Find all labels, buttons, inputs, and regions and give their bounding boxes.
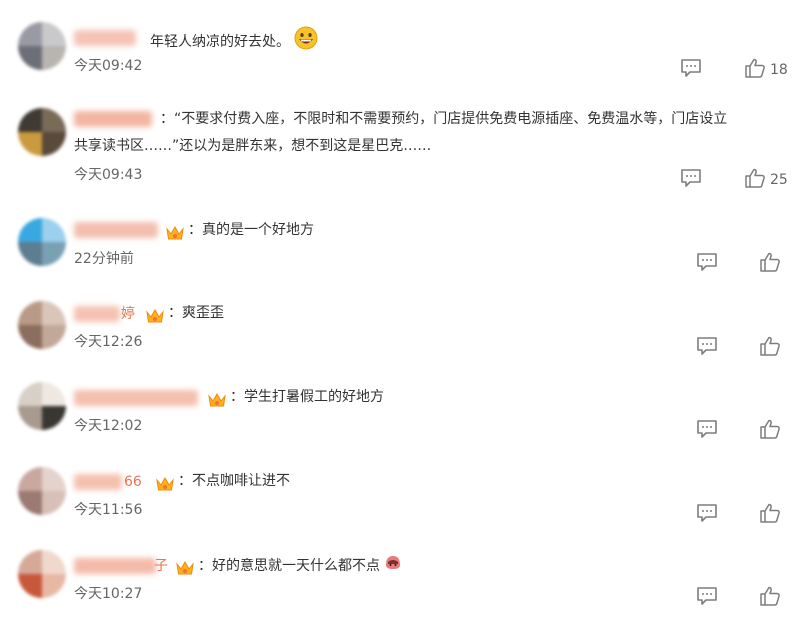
comment-text: 年轻人纳凉的好去处。 — [150, 26, 318, 58]
comment-item: ：学生打暑假工的好地方 今天12:02 — [0, 370, 800, 454]
comment-item: ：“不要求付费入座，不限时和不需要预约，门店提供免费电源插座、免费温水等，门店设… — [0, 95, 800, 205]
comment-time: 今天12:26 — [74, 334, 143, 350]
vip-crown-badge-icon — [176, 560, 194, 575]
comment-list: 年轻人纳凉的好去处。 今天09:42 18 ：“不要求付费入座，不限时和不需要预… — [0, 0, 800, 623]
grinning-face-emoji — [294, 26, 318, 58]
username[interactable] — [74, 390, 198, 406]
comment-text: ：爽歪歪 — [168, 305, 224, 321]
comment-icon — [697, 504, 717, 522]
username[interactable] — [74, 222, 158, 238]
like-button[interactable] — [744, 58, 766, 78]
like-button[interactable] — [759, 503, 781, 523]
reply-button[interactable] — [696, 503, 718, 523]
avatar[interactable] — [18, 382, 66, 430]
comment-icon — [697, 337, 717, 355]
thumbs-up-icon — [760, 586, 780, 606]
reply-button[interactable] — [696, 419, 718, 439]
comment-text: ：真的是一个好地方 — [188, 222, 314, 238]
thumbs-up-icon — [760, 252, 780, 272]
comment-text: ：学生打暑假工的好地方 — [230, 389, 384, 405]
comment-time: 今天09:43 — [74, 167, 143, 183]
comment-time: 今天12:02 — [74, 418, 143, 434]
like-button[interactable] — [759, 336, 781, 356]
reply-button[interactable] — [696, 586, 718, 606]
username-text[interactable]: 子 — [154, 556, 168, 576]
username[interactable] — [74, 474, 122, 490]
comment-item: 婷 ：爽歪歪 今天12:26 — [0, 287, 800, 370]
avatar[interactable] — [18, 467, 66, 515]
comment-time: 今天09:42 — [74, 58, 143, 74]
username-text[interactable]: 66 — [124, 472, 142, 492]
like-button[interactable] — [759, 586, 781, 606]
like-count: 25 — [770, 172, 788, 188]
comment-text-line: 共享读书区……”还以为是胖东来，想不到这是星巴克…… — [74, 138, 432, 154]
username[interactable] — [74, 30, 136, 46]
comment-time: 22分钟前 — [74, 251, 134, 267]
comment-icon — [697, 587, 717, 605]
comment-time: 今天11:56 — [74, 502, 143, 518]
comment-text-content: 年轻人纳凉的好去处。 — [150, 34, 290, 50]
comment-icon — [681, 59, 701, 77]
like-button[interactable] — [759, 252, 781, 272]
comment-item: 子 ：好的意思就一天什么都不点 今天10:27 — [0, 538, 800, 623]
reply-button[interactable] — [680, 168, 702, 188]
avatar[interactable] — [18, 301, 66, 349]
comment-text-content: ：好的意思就一天什么都不点 — [198, 558, 380, 574]
vip-crown-badge-icon — [146, 308, 164, 323]
reply-button[interactable] — [696, 252, 718, 272]
avatar[interactable] — [18, 550, 66, 598]
thumbs-up-icon — [760, 503, 780, 523]
comment-item: 年轻人纳凉的好去处。 今天09:42 18 — [0, 0, 800, 95]
vip-crown-badge-icon — [166, 225, 184, 240]
comment-icon — [697, 253, 717, 271]
comment-item: ：真的是一个好地方 22分钟前 — [0, 205, 800, 287]
thumbs-up-icon — [760, 336, 780, 356]
comment-text: ：好的意思就一天什么都不点 — [198, 553, 402, 579]
avatar[interactable] — [18, 218, 66, 266]
like-count: 18 — [770, 62, 788, 78]
username[interactable] — [74, 558, 156, 574]
comment-item: 66 ：不点咖啡让进不 今天11:56 — [0, 454, 800, 538]
avatar[interactable] — [18, 108, 66, 156]
username-text[interactable]: 婷 — [121, 304, 135, 324]
thumbs-up-icon — [745, 58, 765, 78]
comment-time: 今天10:27 — [74, 586, 143, 602]
reply-button[interactable] — [696, 336, 718, 356]
comment-icon — [681, 169, 701, 187]
username[interactable] — [74, 306, 120, 322]
vip-crown-badge-icon — [156, 476, 174, 491]
like-button[interactable] — [744, 168, 766, 188]
avatar[interactable] — [18, 22, 66, 70]
thumbs-up-icon — [745, 168, 765, 188]
comment-icon — [697, 420, 717, 438]
shy-face-emoji — [384, 553, 402, 579]
vip-crown-badge-icon — [208, 392, 226, 407]
reply-button[interactable] — [680, 58, 702, 78]
comment-text: ：不点咖啡让进不 — [178, 473, 290, 489]
username[interactable] — [74, 111, 152, 127]
comment-text-line: ：“不要求付费入座，不限时和不需要预约，门店提供免费电源插座、免费温水等，门店设… — [160, 111, 728, 127]
like-button[interactable] — [759, 419, 781, 439]
thumbs-up-icon — [760, 419, 780, 439]
